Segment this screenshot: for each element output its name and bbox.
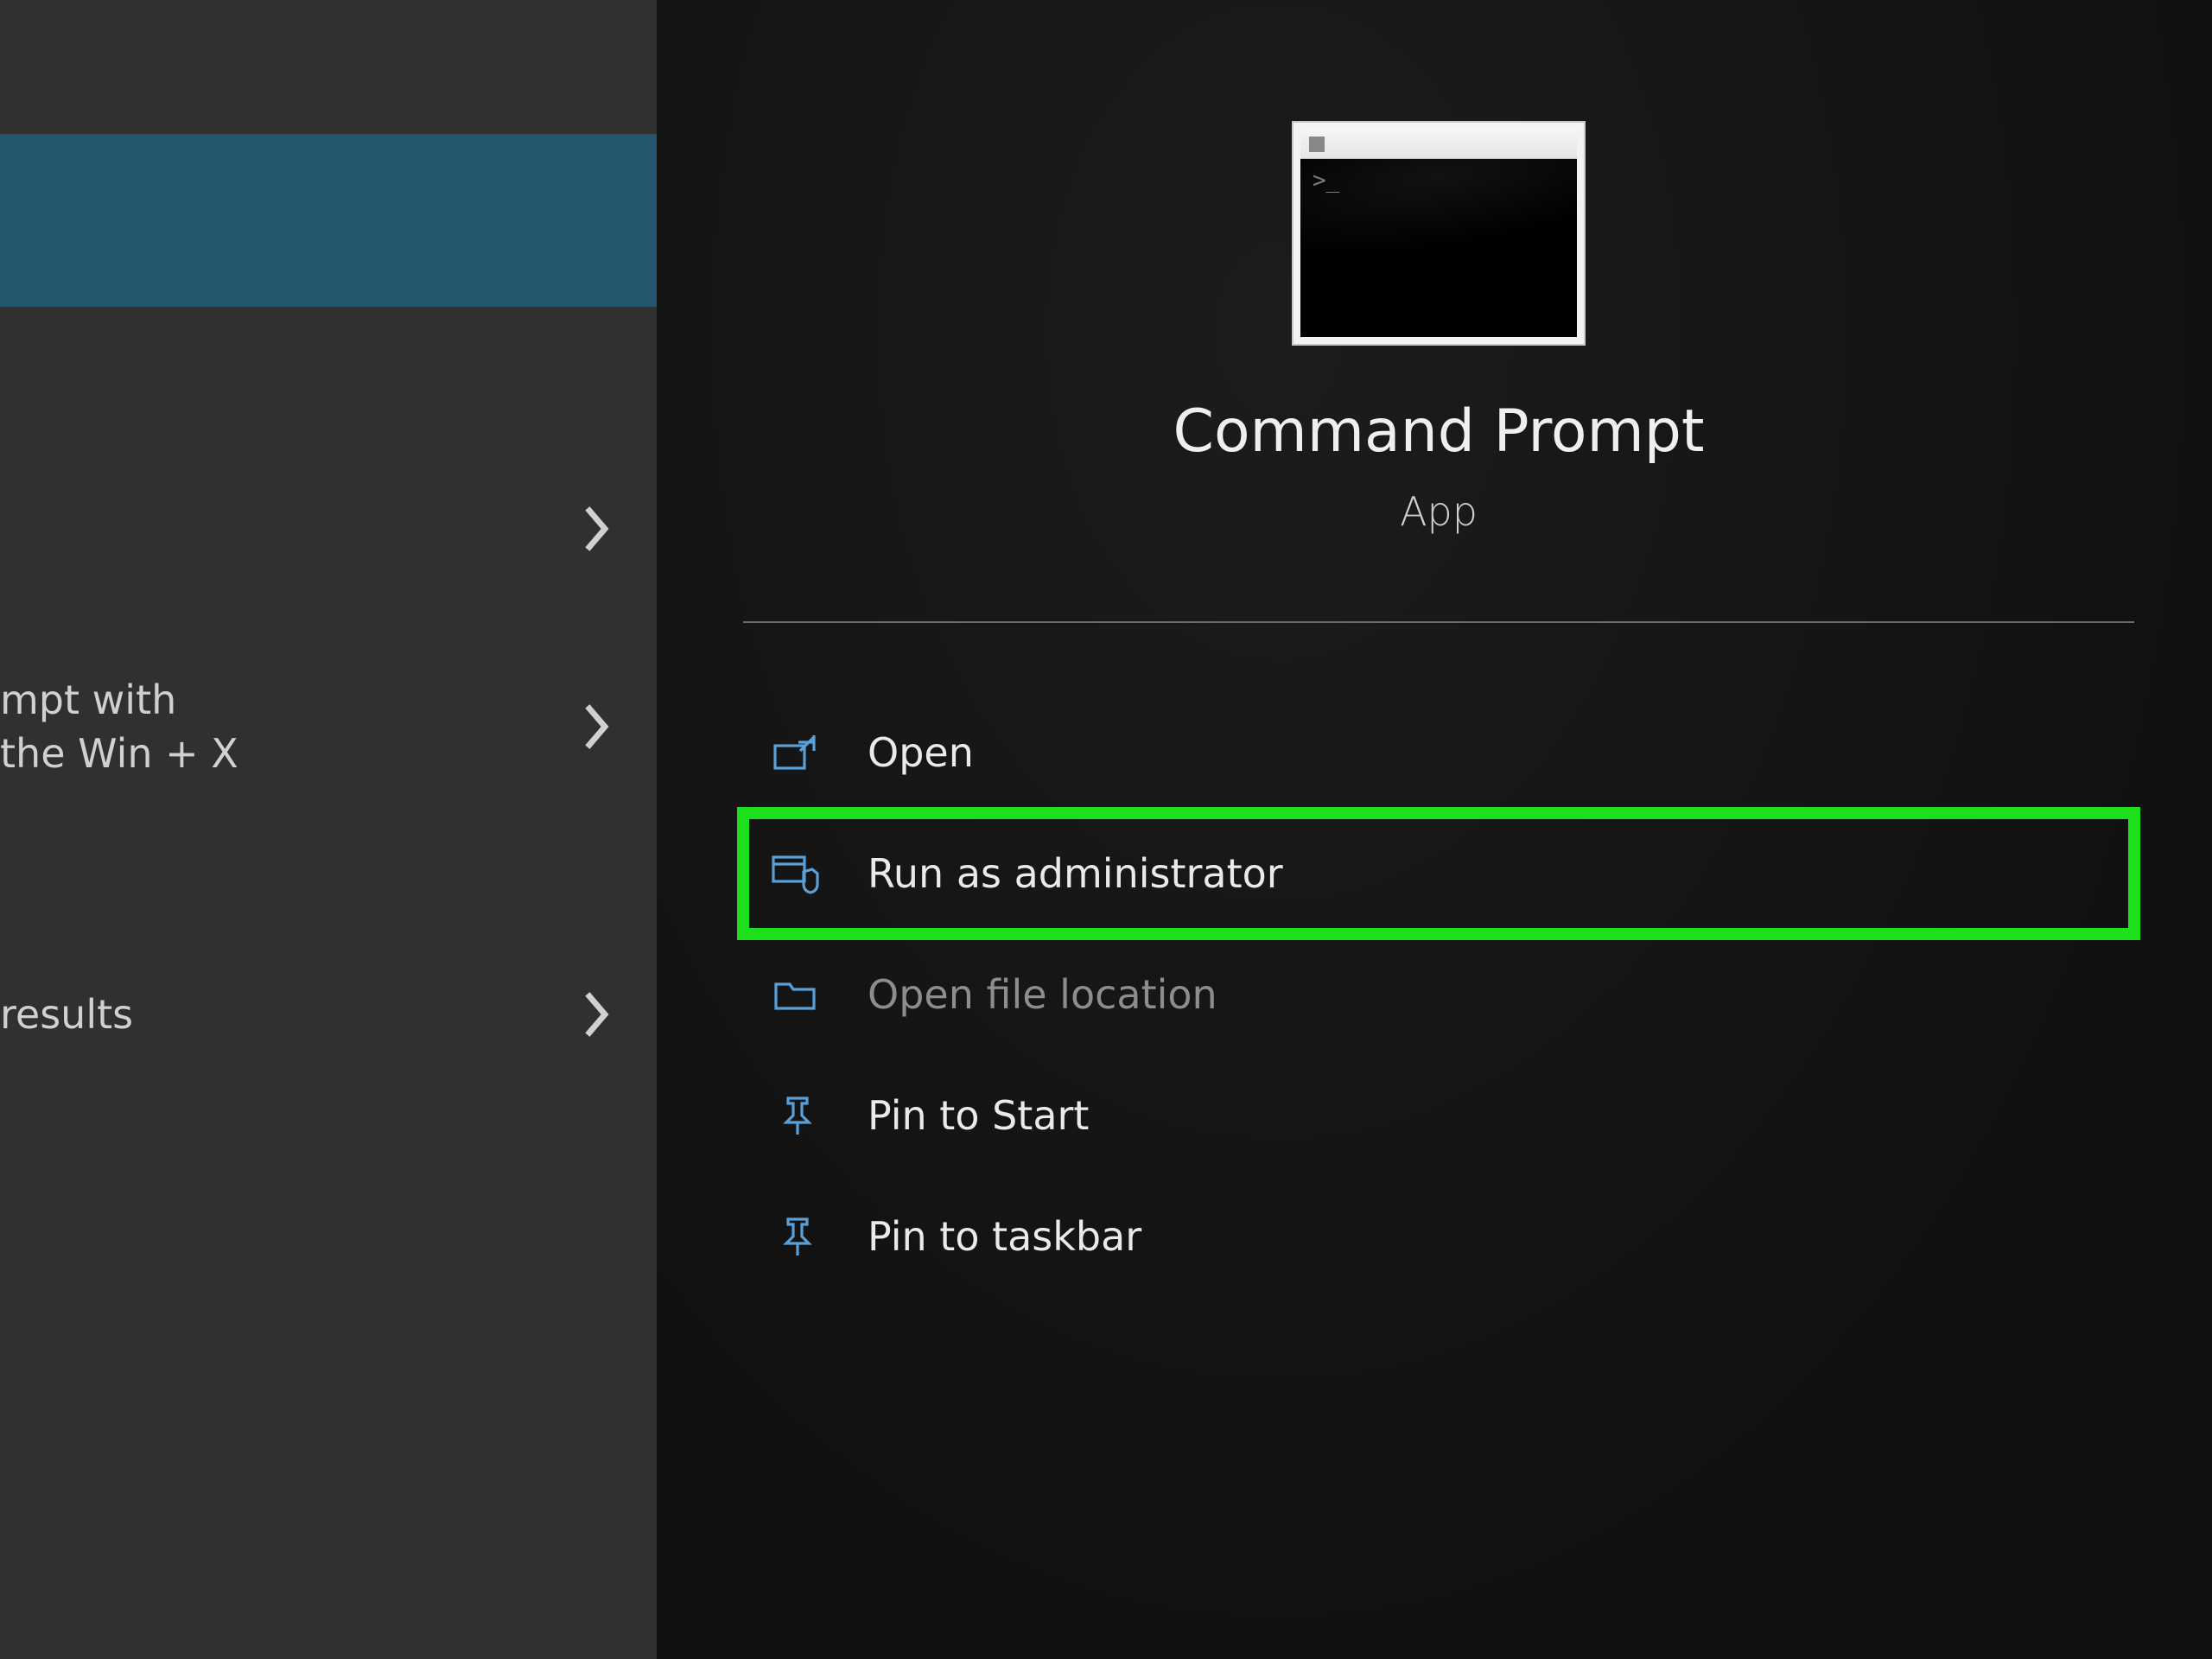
action-pin-to-taskbar[interactable]: Pin to taskbar: [743, 1176, 2134, 1297]
action-open[interactable]: Open: [743, 692, 2134, 813]
terminal-screen: >_: [1300, 159, 1577, 337]
pin-icon: [767, 1095, 823, 1136]
folder-icon: [767, 976, 823, 1014]
search-result-row[interactable]: [0, 471, 657, 587]
shield-window-icon: [767, 853, 823, 894]
window-titlebar-icon-part: [1300, 130, 1577, 159]
selected-result-row[interactable]: [0, 134, 657, 307]
chevron-right-icon: [570, 505, 622, 552]
chevron-right-icon: [570, 703, 622, 750]
action-label: Pin to Start: [868, 1092, 1089, 1139]
app-actions-list: Open Run as administrator Open file loca…: [743, 692, 2134, 1297]
result-detail-panel: >_ Command Prompt App Open: [657, 0, 2212, 1659]
search-result-label: results: [0, 988, 570, 1041]
action-open-file-location[interactable]: Open file location: [743, 934, 2134, 1055]
action-label: Run as administrator: [868, 850, 1283, 897]
action-label: Pin to taskbar: [868, 1213, 1141, 1260]
search-result-row[interactable]: results: [0, 953, 657, 1076]
action-label: Open file location: [868, 971, 1217, 1018]
app-title: Command Prompt: [1173, 397, 1704, 466]
action-run-as-administrator[interactable]: Run as administrator: [743, 813, 2134, 934]
app-header: >_ Command Prompt App: [743, 121, 2134, 535]
pin-icon: [767, 1216, 823, 1257]
command-prompt-icon: >_: [1292, 121, 1586, 346]
action-pin-to-start[interactable]: Pin to Start: [743, 1055, 2134, 1176]
spacer: [0, 307, 657, 471]
app-subtitle: App: [1173, 488, 1704, 535]
search-result-row[interactable]: mpt with the Win + X: [0, 639, 657, 815]
spacer: [0, 0, 657, 134]
divider: [743, 621, 2134, 623]
search-results-panel: mpt with the Win + X results: [0, 0, 657, 1659]
action-label: Open: [868, 729, 974, 776]
search-result-label: mpt with the Win + X: [0, 673, 570, 780]
chevron-right-icon: [570, 991, 622, 1038]
open-window-icon: [767, 734, 823, 772]
